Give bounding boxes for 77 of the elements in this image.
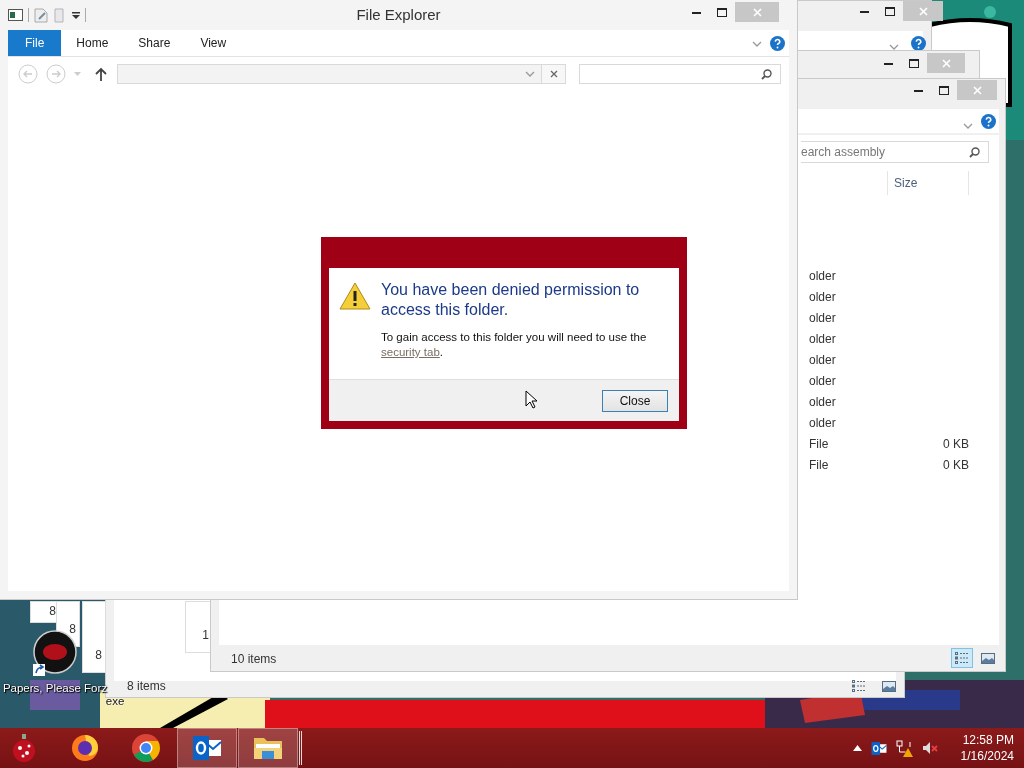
clock-time[interactable]: 12:58 PM: [962, 733, 1014, 747]
close-icon: [752, 7, 762, 17]
type-cell: File: [809, 458, 829, 472]
dialog-message: To gain access to this folder you will need to use the security tab.: [381, 330, 648, 360]
status-text: 10 items: [231, 652, 277, 666]
warning-icon: [339, 282, 371, 310]
show-hidden-icons-icon[interactable]: [852, 745, 862, 751]
mail-tray-icon[interactable]: [870, 740, 887, 756]
status-text: 8: [95, 648, 102, 662]
chevron-down-icon[interactable]: [525, 71, 535, 77]
help-icon[interactable]: [981, 114, 996, 129]
close-icon: [972, 85, 982, 95]
close-icon: [918, 6, 928, 16]
status-text: 8 items: [127, 679, 166, 693]
close-icon: [549, 70, 558, 78]
caret-icon[interactable]: [72, 11, 80, 19]
minimize-icon: [859, 9, 869, 13]
ribbon-tab[interactable]: View: [185, 30, 242, 56]
size-cell: 0 KB: [943, 437, 969, 451]
ornament-icon[interactable]: [11, 733, 37, 763]
clear-button[interactable]: [542, 64, 566, 84]
image-icon: [980, 651, 996, 665]
chevron-down-icon[interactable]: [963, 123, 973, 129]
list-icon: [954, 651, 970, 665]
mail-icon[interactable]: [192, 734, 222, 762]
size-cell: 0 KB: [943, 458, 969, 472]
cursor-icon: [525, 390, 537, 409]
taskbar-button[interactable]: [177, 728, 237, 768]
type-cell: older: [809, 374, 836, 388]
help-icon[interactable]: [770, 35, 785, 51]
icon-label[interactable]: exe: [105, 695, 125, 707]
list-icon: [851, 679, 867, 693]
column-header[interactable]: Size: [894, 176, 918, 190]
search-icon: [761, 68, 772, 80]
dialog-heading: You have been denied permission to access this folder.: [381, 280, 641, 320]
maximize-icon: [909, 58, 919, 68]
close-button[interactable]: Close: [602, 389, 668, 412]
type-cell: older: [809, 290, 836, 304]
browser-icon[interactable]: [131, 733, 161, 763]
chevron-down-icon[interactable]: [889, 44, 899, 50]
status-text: 8: [69, 622, 76, 636]
window-icon: [8, 9, 23, 21]
ribbon-tab[interactable]: Share: [123, 30, 186, 56]
window-title: File Explorer: [356, 6, 441, 23]
type-cell: older: [809, 269, 836, 283]
speaker-icon[interactable]: [921, 741, 938, 755]
maximize-icon: [939, 85, 949, 95]
search-field[interactable]: earch assembly: [801, 141, 989, 163]
close-icon: [941, 58, 951, 68]
type-cell: older: [809, 353, 836, 367]
browser-icon[interactable]: [70, 733, 100, 763]
ribbon-tab[interactable]: File: [8, 30, 62, 56]
network-warning-icon[interactable]: [895, 739, 913, 757]
maximize-icon: [885, 6, 895, 16]
type-cell: File: [809, 437, 829, 451]
status-text: 8: [49, 604, 56, 618]
security-tab-link[interactable]: security tab: [381, 346, 440, 358]
type-cell: older: [809, 311, 836, 325]
type-cell: older: [809, 332, 836, 346]
status-text: 1: [202, 628, 209, 642]
image-icon: [881, 679, 897, 693]
properties-icon[interactable]: [34, 7, 48, 23]
type-cell: older: [809, 416, 836, 430]
taskbar-button[interactable]: [238, 728, 298, 768]
minimize-icon: [913, 88, 923, 92]
search-field[interactable]: [579, 64, 781, 84]
chevron-down-icon[interactable]: [752, 41, 762, 47]
up-arrow-icon[interactable]: [95, 67, 107, 81]
minimize-icon: [691, 10, 701, 14]
clock-date[interactable]: 1/16/2024: [960, 749, 1014, 763]
help-icon[interactable]: [911, 36, 926, 51]
search-icon: [969, 146, 980, 158]
address-field[interactable]: [117, 64, 542, 84]
details-view-button[interactable]: [951, 648, 973, 668]
type-cell: older: [809, 395, 836, 409]
maximize-icon: [717, 7, 727, 17]
ribbon-tab[interactable]: Home: [61, 30, 124, 56]
